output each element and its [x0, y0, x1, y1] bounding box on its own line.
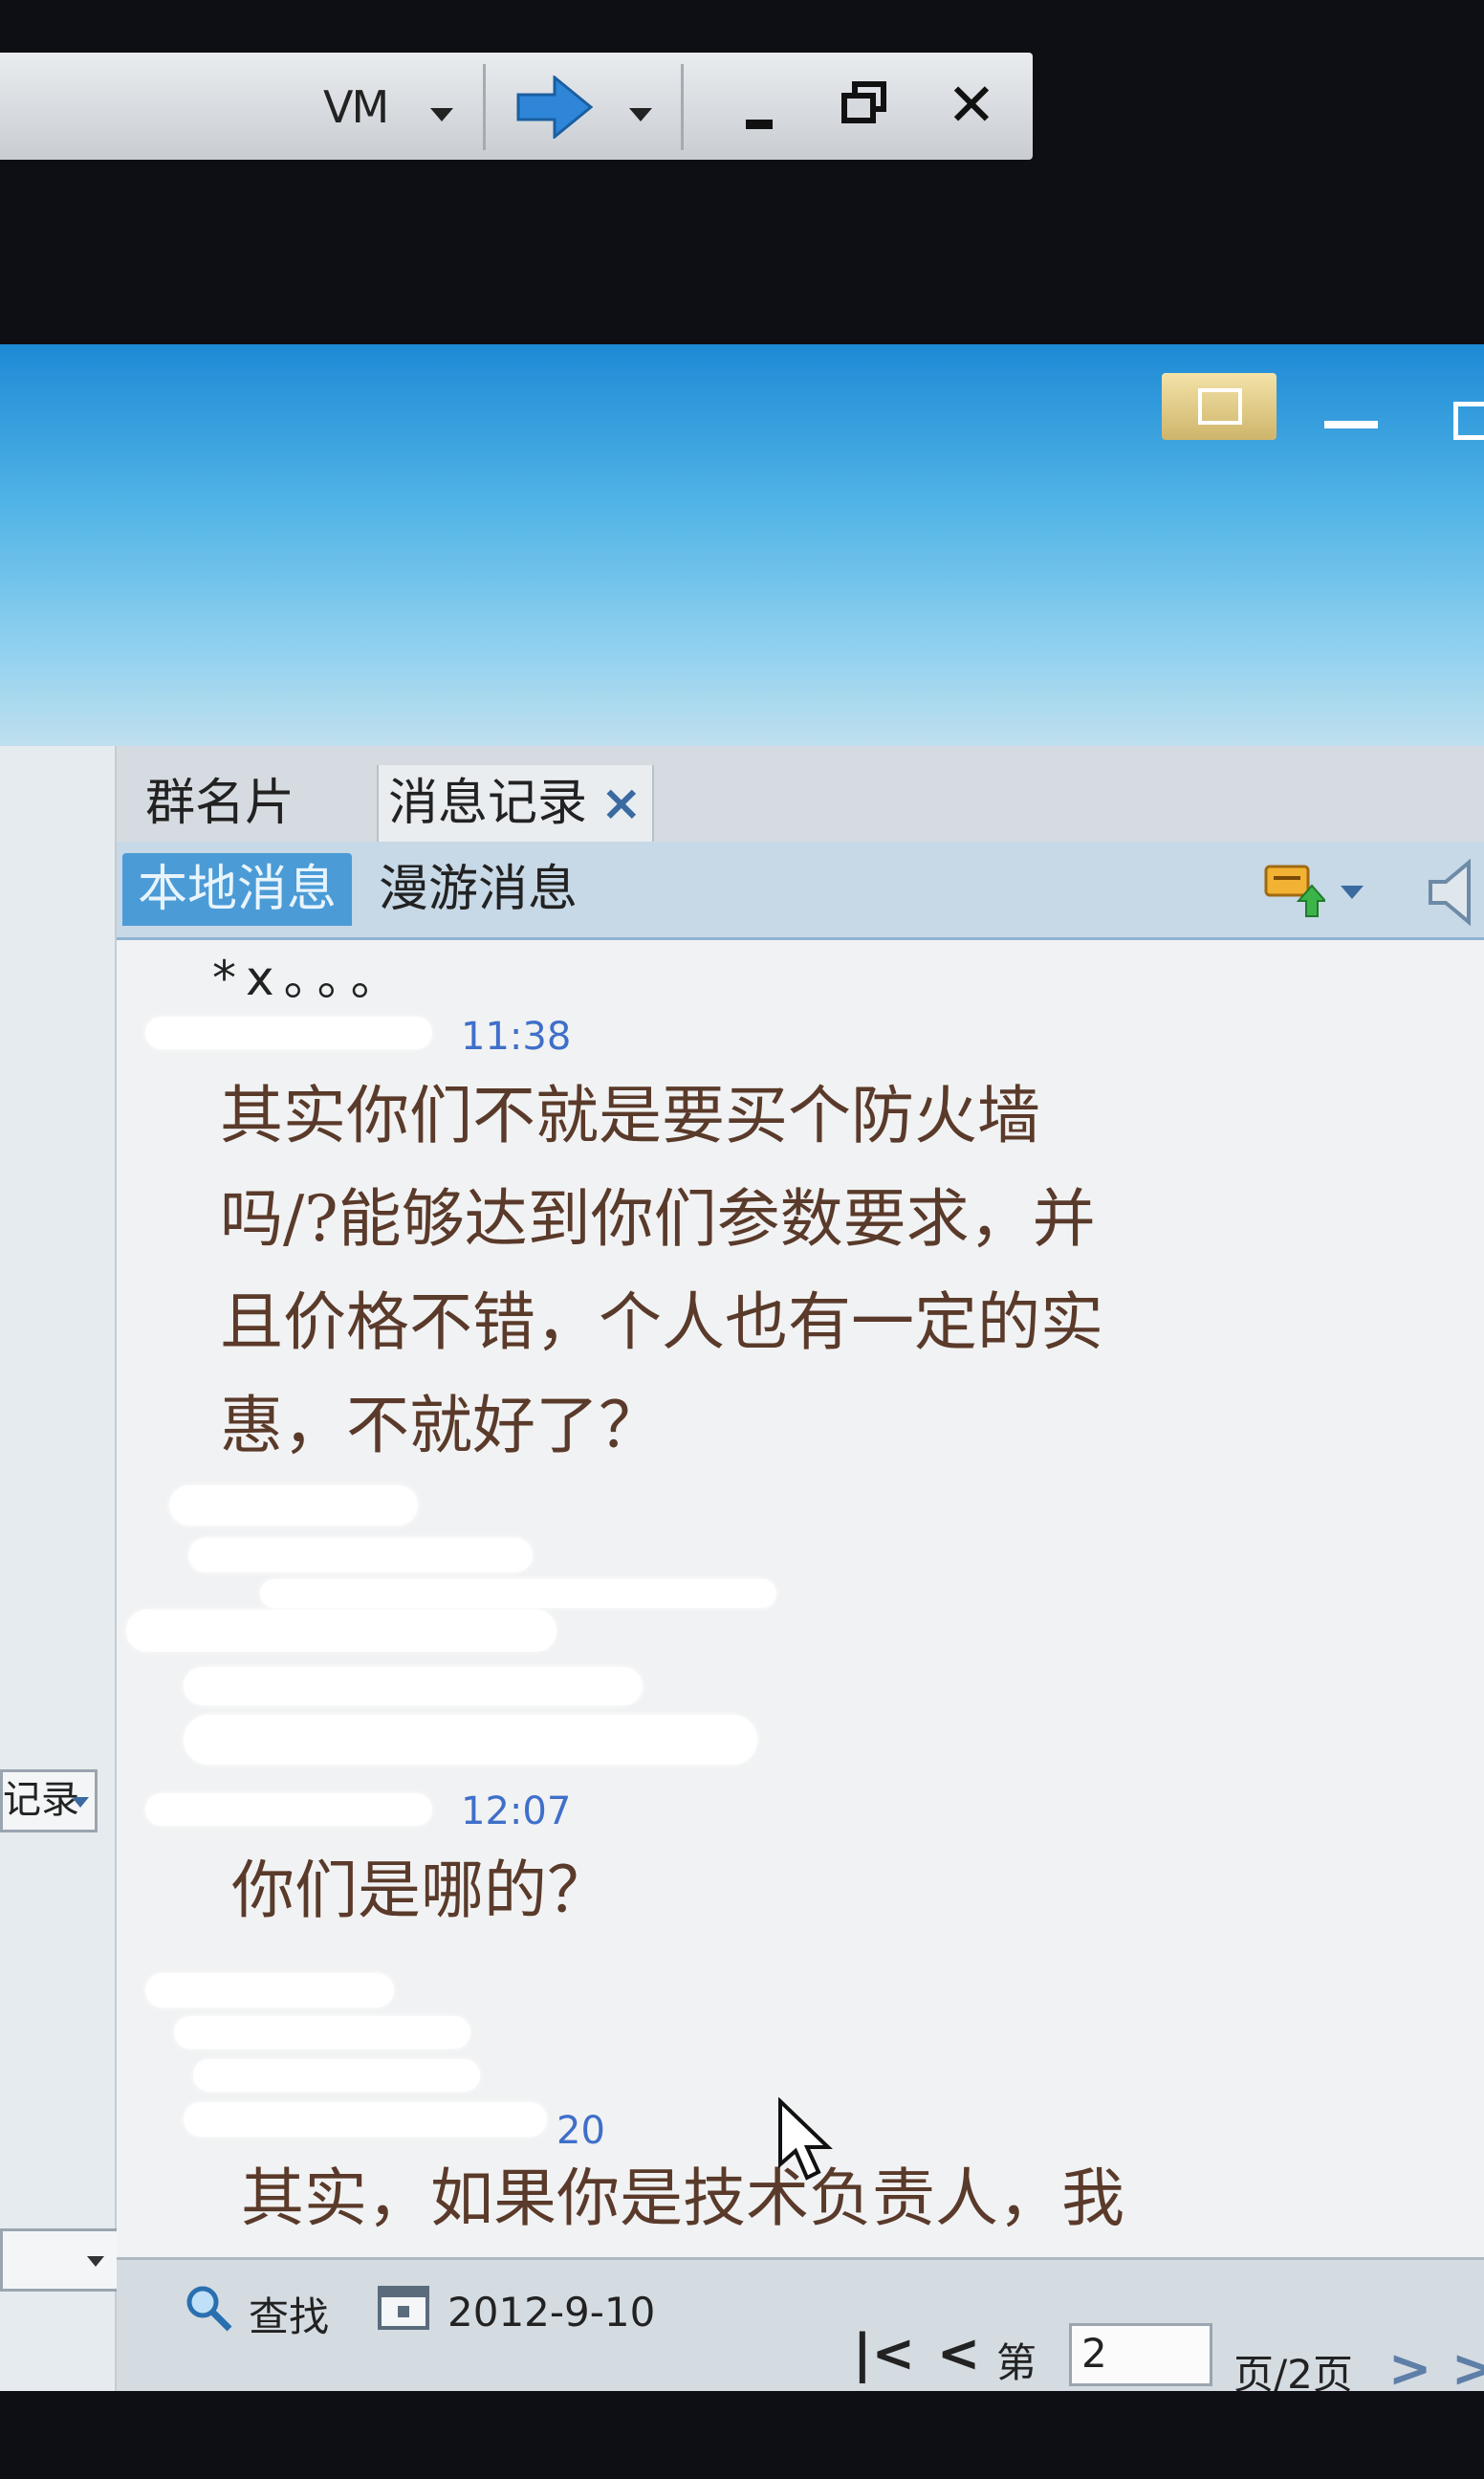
chat-history-window: 记录 群名片 消息记录 × 本地消息 漫游消息 *x。。。 11:38 其实你们… — [0, 344, 1484, 2391]
window-minimize-icon[interactable] — [1324, 421, 1378, 428]
redaction-scribble — [188, 1538, 533, 1572]
tab-close-icon[interactable]: × — [600, 765, 643, 842]
tab-label: 群名片 — [145, 775, 295, 832]
redaction-scribble — [184, 1715, 757, 1765]
calendar-icon[interactable] — [377, 2283, 430, 2331]
mouse-pointer-icon — [778, 2097, 833, 2181]
vm-minimize-icon[interactable] — [746, 120, 773, 129]
message-fragment: *x。。。 — [212, 951, 408, 1006]
message-line: 惠，不就好了？ — [220, 1389, 662, 1462]
record-dropdown-label: 记录 — [3, 1778, 79, 1822]
vm-restore-icon[interactable] — [841, 81, 887, 123]
message-list: *x。。。 11:38 其实你们不就是要买个防火墙 吗/?能够达到你们参数要求，… — [117, 940, 1484, 2257]
redaction-scribble — [169, 1485, 418, 1525]
window-title-area — [0, 344, 1484, 746]
message-line: 吗/?能够达到你们参数要求，并 — [220, 1182, 1096, 1256]
record-dropdown[interactable]: 记录 — [0, 1769, 98, 1832]
redaction-scribble — [145, 1017, 432, 1049]
forward-dropdown-caret-icon[interactable] — [629, 108, 652, 121]
window-maximize-icon[interactable] — [1453, 402, 1484, 440]
tab-message-history[interactable]: 消息记录 × — [377, 765, 654, 842]
redaction-scribble — [184, 2102, 547, 2137]
message-timestamp: 11:38 — [461, 1015, 572, 1059]
speaker-icon[interactable] — [1427, 859, 1484, 926]
date-field[interactable]: 2012-9-10 — [447, 2289, 655, 2336]
redaction-scribble — [174, 2016, 470, 2049]
tab-label: 消息记录 — [388, 775, 588, 832]
bottom-toolbar: 查找 2012-9-10 |< < 第 2 页/2页 > > — [117, 2257, 1484, 2391]
page-prefix-label: 第 — [996, 2339, 1037, 2386]
chevron-down-icon[interactable] — [1341, 886, 1364, 899]
previous-page-button[interactable]: < — [937, 2323, 980, 2383]
forward-arrow-icon[interactable] — [516, 76, 593, 139]
left-small-dropdown[interactable] — [0, 2228, 120, 2292]
vm-menu-label[interactable]: VM — [323, 81, 389, 133]
vm-dropdown-caret-icon[interactable] — [430, 108, 453, 121]
tab-group-card[interactable]: 群名片 — [145, 765, 295, 842]
toolbar-separator — [483, 64, 486, 150]
message-text: 其实，如果你是技术负责人，我 — [241, 2147, 1124, 2250]
search-button-label[interactable]: 查找 — [249, 2285, 329, 2343]
skin-button[interactable] — [1162, 373, 1277, 440]
vm-toolbar: VM ✕ — [0, 53, 1033, 160]
last-page-button[interactable]: > — [1451, 2338, 1484, 2391]
page-number-input[interactable]: 2 — [1069, 2323, 1212, 2386]
subtab-local-messages[interactable]: 本地消息 — [122, 853, 353, 926]
skin-icon — [1198, 388, 1242, 425]
left-pane — [0, 746, 117, 2391]
message-line: 你们是哪的？ — [231, 1854, 610, 1927]
message-manager-icon[interactable] — [1264, 863, 1325, 918]
subtab-bar: 本地消息 漫游消息 — [117, 842, 1484, 940]
message-timestamp: 12:07 — [461, 1789, 572, 1833]
redaction-scribble — [260, 1579, 776, 1608]
message-line: 其实，如果你是技术负责人，我 — [241, 2161, 1124, 2235]
message-text: 其实你们不就是要买个防火墙 吗/?能够达到你们参数要求，并 且价格不错，个人也有… — [220, 1064, 1103, 1478]
redaction-scribble — [126, 1610, 556, 1652]
tab-bar: 群名片 消息记录 × — [117, 746, 1484, 842]
first-page-button[interactable]: |< — [853, 2323, 915, 2383]
redaction-scribble — [184, 1667, 643, 1705]
message-line: 且价格不错，个人也有一定的实 — [220, 1285, 1103, 1359]
search-icon[interactable] — [184, 2283, 233, 2333]
redaction-scribble — [193, 2059, 480, 2092]
page-total-label: 页/2页 — [1233, 2351, 1353, 2391]
next-page-button[interactable]: > — [1388, 2338, 1431, 2391]
chevron-down-icon — [87, 2256, 104, 2267]
redaction-scribble — [145, 1793, 432, 1826]
toolbar-separator — [681, 64, 684, 150]
vm-close-icon[interactable]: ✕ — [947, 70, 996, 140]
chevron-down-icon — [72, 1797, 89, 1808]
subtab-roaming-messages[interactable]: 漫游消息 — [363, 853, 593, 926]
message-text: 你们是哪的？ — [231, 1839, 610, 1942]
redaction-scribble — [145, 1973, 394, 2007]
message-line: 其实你们不就是要买个防火墙 — [220, 1079, 1040, 1152]
